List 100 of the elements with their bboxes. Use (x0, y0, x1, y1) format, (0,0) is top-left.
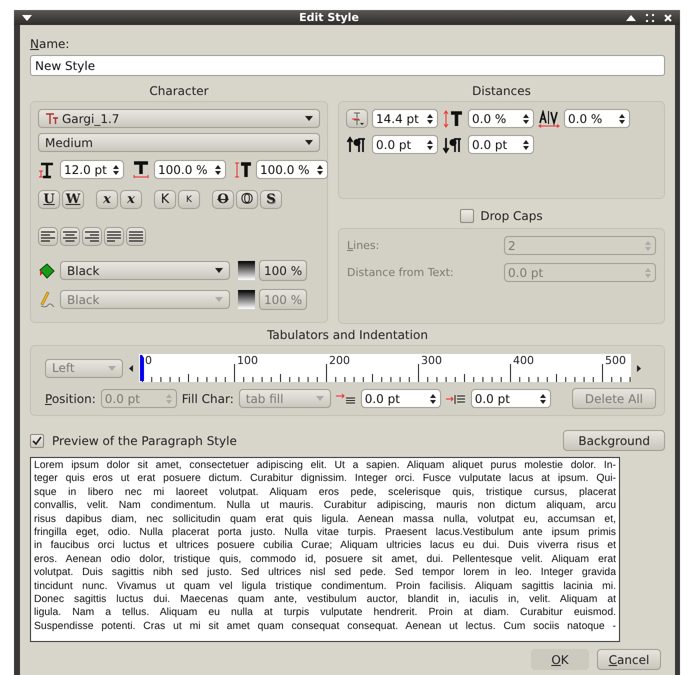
space-above-icon (346, 136, 368, 154)
distance-spinbox[interactable]: 14.4 pt (372, 109, 438, 128)
paint-bucket-icon (38, 262, 56, 280)
alignment-icon (129, 230, 143, 242)
distance-spinbox[interactable]: 0.0 % (564, 109, 630, 128)
ruler-label: 500 (605, 355, 626, 367)
preview-text-line: teger quis eros ut erat posuere dictum. Curabitur dignissim. Integer orci. Fusce vulputate lacus at ipsum. Qui- (34, 472, 616, 486)
scroll-right-icon[interactable] (637, 364, 641, 372)
ok-button[interactable]: OK (531, 649, 589, 670)
tab-marker-icon[interactable] (140, 355, 144, 381)
preview-text-line: Suspendisse potenti. Cras ut mi sit amet quam consequat consequat. Aenean ut lectus. Cum sociis natoque - (34, 620, 616, 634)
spin-arrows-icon[interactable] (214, 164, 222, 176)
preview-text-line: risus dapibus diam, nec sollicitudin quam erat quis ligula. Aenean massa nulla, volutpat eu, accumsan et, (34, 512, 616, 526)
dropdown-arrow-icon (305, 116, 313, 121)
drop-caps-checkbox[interactable] (460, 209, 474, 223)
shade-icon[interactable] (626, 14, 636, 20)
ruler-label: 200 (329, 355, 350, 367)
name-field[interactable]: New Style (30, 55, 665, 76)
ruler-label: 400 (513, 355, 534, 367)
window-title: Edit Style (298, 11, 360, 24)
distances-heading: Distances (471, 84, 532, 98)
spin-arrows-icon[interactable] (522, 138, 530, 150)
spin-arrows-icon[interactable] (316, 164, 324, 176)
strikethrough-button[interactable]: O (212, 190, 234, 209)
alignment-icon (41, 230, 55, 242)
alignment-button[interactable] (38, 227, 58, 246)
subscript-button[interactable]: x (96, 190, 118, 209)
name-label: Name: (30, 37, 70, 51)
superscript-button[interactable]: x (120, 190, 142, 209)
cancel-button[interactable]: Cancel (597, 649, 661, 670)
font-dropdown[interactable]: Gargi_1.7 (38, 109, 320, 128)
alignment-button[interactable] (104, 227, 124, 246)
spin-arrows-icon[interactable] (426, 112, 434, 124)
preview-text-line: fringilla eget, odio. Nulla placerat porta justo. Nulla vitae turpis. Praesent lacus.Vestibulum ante ipsum primis (34, 526, 616, 540)
shade-swatch (238, 290, 255, 309)
spin-arrows-icon[interactable] (112, 164, 120, 176)
scroll-left-icon[interactable] (129, 364, 133, 372)
ruler-label: 300 (421, 355, 442, 367)
tabulators-heading: Tabulators and Indentation (266, 328, 429, 342)
text-width-icon (132, 160, 150, 178)
preview-text-line: convallis, velit. Nam condimentum. Nulla ut mauris. Curabitur adipiscing, mauris non dictum aliquam, arcu (34, 499, 616, 513)
tracking-icon (538, 110, 560, 128)
dropdown-arrow-icon (215, 268, 223, 273)
position-label: Position: (45, 392, 96, 406)
preview-text-line: tincidunt nunc. Vivamus ut quam vel ligula tristique condimentum. Proin facilisis. Aliquam sagittis lacinia mi. (34, 580, 616, 594)
dropdown-arrow-icon (316, 396, 324, 401)
ruler-label: 0 (145, 355, 152, 367)
preview-text-line: volutpat. Duis sagittis nibh sed justo. Sed ultrices nisl sed pede. Sed tempor lorem in leo. Integer gravida (34, 566, 616, 580)
drop-caps-label: Drop Caps (480, 209, 543, 223)
size-spinbox[interactable]: 100.0 % (154, 160, 226, 179)
alignment-icon (63, 230, 77, 242)
spin-arrows-icon[interactable] (618, 112, 626, 124)
alignment-icon (85, 230, 99, 242)
background-button[interactable]: Background (563, 430, 665, 451)
alignment-button[interactable] (82, 227, 102, 246)
spin-arrows-icon[interactable] (428, 392, 437, 404)
preview-label: Preview of the Paragraph Style (52, 434, 238, 448)
underline-button[interactable]: U (38, 190, 60, 209)
distance-spinbox[interactable]: 0.0 pt (468, 135, 534, 154)
underline-words-button[interactable]: W (62, 190, 84, 209)
spin-arrows-icon[interactable] (522, 112, 530, 124)
alignment-icon (107, 230, 121, 242)
all-caps-button[interactable]: K (154, 190, 176, 209)
window-menu-icon[interactable] (22, 14, 32, 20)
alignment-button[interactable] (60, 227, 80, 246)
preview-text-line: ligula. Nam a tellus. Aliquam eu nulla at turpis vulputate hendrerit. Proin at diam. Curabitur euismod. (34, 606, 616, 620)
alignment-button[interactable] (126, 227, 146, 246)
size-spinbox[interactable]: 12.0 pt (60, 160, 124, 179)
first-line-indent-icon (336, 392, 356, 404)
left-indent-icon (446, 392, 466, 404)
fill-color-dropdown[interactable]: Black (60, 261, 230, 280)
close-icon[interactable] (664, 14, 672, 22)
font-size-icon (38, 160, 56, 178)
character-heading: Character (148, 84, 210, 98)
fill-char-label: Fill Char: (182, 392, 234, 406)
small-caps-button[interactable]: K (178, 190, 200, 209)
preview-text-line: sque in libero nec mi laoreet volutpat. Aliquam eros pede, scelerisque quis, tristique cursus, placerat (34, 486, 616, 500)
font-type-icon (45, 112, 59, 124)
shade-swatch (238, 261, 255, 280)
spin-arrows-icon[interactable] (538, 392, 547, 404)
pencil-icon (38, 290, 56, 308)
font-weight-dropdown[interactable]: Medium (38, 133, 320, 152)
size-spinbox[interactable]: 100.0 % (256, 160, 328, 179)
distance-from-text-label: Distance from Text: (347, 266, 454, 279)
text-height-icon (234, 160, 252, 178)
line-spacing-button[interactable] (346, 109, 368, 128)
space-below-icon (442, 136, 464, 154)
spin-arrows-icon[interactable] (426, 138, 434, 150)
font-name: Gargi_1.7 (62, 112, 120, 126)
preview-text-line: Lorem ipsum dolor sit amet, consectetuer adipiscing elit. Ut a sapien. Aliquam aliquet purus molestie dolor. In- (34, 459, 616, 472)
line-spacing-icon (350, 112, 364, 126)
shadow-button[interactable]: S (260, 190, 282, 209)
dropdown-arrow-icon (215, 297, 223, 302)
maximize-icon[interactable] (646, 14, 654, 22)
distance-spinbox[interactable]: 0.0 % (468, 109, 534, 128)
shade-button[interactable]: 100 % (259, 260, 308, 281)
preview-checkbox[interactable] (30, 434, 44, 448)
dropdown-arrow-icon (305, 140, 313, 145)
distance-spinbox[interactable]: 0.0 pt (372, 135, 438, 154)
baseline-offset-icon (442, 110, 464, 128)
